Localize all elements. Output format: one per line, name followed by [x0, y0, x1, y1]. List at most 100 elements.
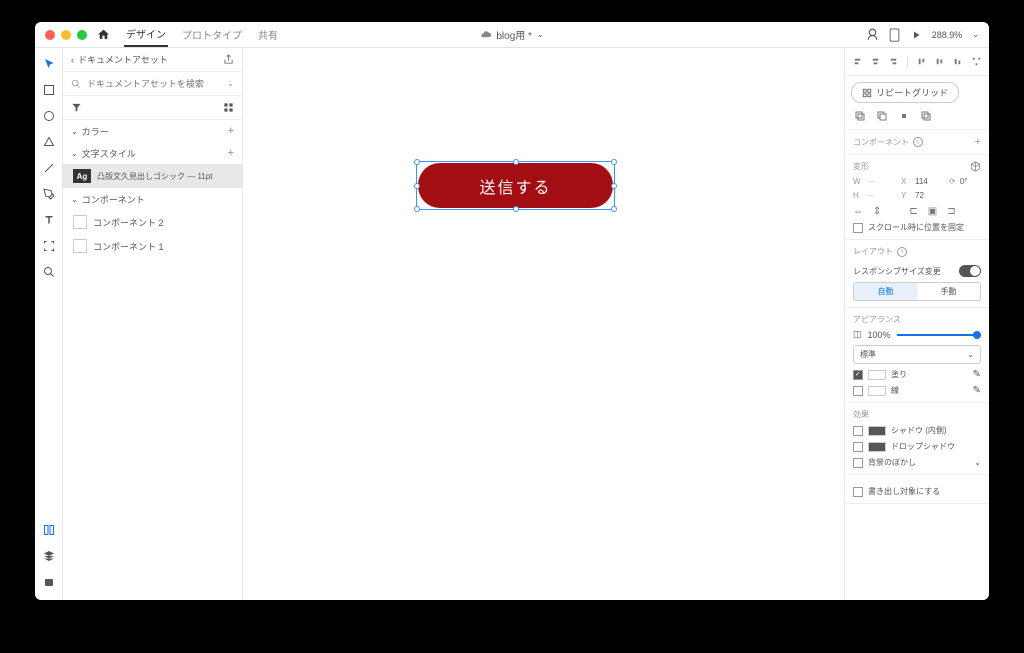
- flip-v-icon[interactable]: ⇕: [873, 206, 881, 217]
- align-top-icon[interactable]: [915, 55, 928, 68]
- height-input[interactable]: —: [867, 191, 897, 200]
- assets-search-input[interactable]: [87, 79, 221, 89]
- select-tool[interactable]: [41, 56, 57, 72]
- section-color[interactable]: ⌄ カラー +: [63, 120, 242, 142]
- resize-handle[interactable]: [414, 159, 420, 165]
- assets-panel-toggle[interactable]: [41, 522, 57, 538]
- rotation-input[interactable]: 0°: [960, 177, 968, 186]
- add-char-style-icon[interactable]: +: [228, 147, 234, 159]
- distribute-icon[interactable]: [970, 55, 983, 68]
- close-window[interactable]: [45, 30, 55, 40]
- submit-button-shape[interactable]: 送信する: [418, 163, 613, 208]
- desktop-preview-icon[interactable]: [866, 28, 879, 41]
- tab-design[interactable]: デザイン: [124, 22, 168, 47]
- dock-left-icon[interactable]: ⊏: [909, 206, 917, 217]
- add-component-icon[interactable]: +: [975, 136, 981, 148]
- appearance-label: アピアランス: [853, 314, 901, 325]
- inner-shadow-checkbox[interactable]: [853, 426, 863, 436]
- dock-center-icon[interactable]: ▣: [928, 206, 937, 217]
- polygon-tool[interactable]: [41, 134, 57, 150]
- resize-handle[interactable]: [611, 206, 617, 212]
- canvas[interactable]: 送信する: [243, 48, 844, 600]
- repeat-grid-button[interactable]: リピートグリッド: [851, 82, 959, 103]
- width-input[interactable]: —: [867, 177, 897, 186]
- dock-right-icon[interactable]: ⊐: [947, 206, 955, 217]
- mobile-preview-icon[interactable]: [889, 28, 900, 42]
- artboard-tool[interactable]: [41, 238, 57, 254]
- pen-tool[interactable]: [41, 186, 57, 202]
- search-dropdown-icon[interactable]: ⌄: [227, 79, 234, 88]
- x-input[interactable]: 114: [915, 177, 945, 186]
- home-icon[interactable]: [97, 28, 110, 41]
- traffic-lights: [45, 30, 87, 40]
- back-icon[interactable]: ‹: [71, 55, 74, 65]
- seg-manual[interactable]: 手動: [917, 283, 980, 300]
- blur-checkbox[interactable]: [853, 458, 863, 468]
- export-checkbox[interactable]: [853, 487, 863, 497]
- flip-h-icon[interactable]: ⇔: [853, 206, 863, 217]
- document-title[interactable]: blog用 * ⌄: [480, 27, 543, 42]
- resize-handle[interactable]: [611, 159, 617, 165]
- section-char-style[interactable]: ⌄ 文字スタイル +: [63, 142, 242, 164]
- info-icon[interactable]: i: [913, 137, 923, 147]
- drop-shadow-swatch[interactable]: [868, 442, 886, 452]
- opacity-value[interactable]: 100%: [868, 330, 891, 340]
- info-icon[interactable]: i: [897, 247, 907, 257]
- seg-auto[interactable]: 自動: [854, 283, 917, 300]
- y-input[interactable]: 72: [915, 191, 945, 200]
- zoom-dropdown-icon[interactable]: ⌄: [972, 30, 979, 39]
- maximize-window[interactable]: [77, 30, 87, 40]
- section-component[interactable]: ⌄ コンポーネント: [63, 188, 242, 210]
- rectangle-tool[interactable]: [41, 82, 57, 98]
- opacity-slider[interactable]: [897, 334, 981, 336]
- share-assets-icon[interactable]: [223, 54, 234, 65]
- search-icon: [71, 79, 81, 89]
- stroke-color-swatch[interactable]: [868, 386, 886, 396]
- grid-view-icon[interactable]: [223, 102, 234, 113]
- eyedropper-icon[interactable]: ✎: [973, 385, 981, 396]
- align-center-h-icon[interactable]: [869, 55, 882, 68]
- align-center-v-icon[interactable]: [933, 55, 946, 68]
- export-label: 書き出し対象にする: [868, 486, 940, 497]
- assets-filter-row: [63, 96, 242, 120]
- minimize-window[interactable]: [61, 30, 71, 40]
- filter-icon[interactable]: [71, 102, 82, 113]
- tab-share[interactable]: 共有: [256, 23, 280, 46]
- boolean-subtract-icon[interactable]: [875, 109, 889, 123]
- fix-scroll-checkbox[interactable]: [853, 223, 863, 233]
- play-icon[interactable]: [910, 29, 922, 41]
- component-item[interactable]: コンポーネント 2: [63, 210, 242, 234]
- fill-label: 塗り: [891, 369, 907, 380]
- boolean-exclude-icon[interactable]: [919, 109, 933, 123]
- layers-panel-toggle[interactable]: [41, 548, 57, 564]
- zoom-level[interactable]: 288.9%: [932, 30, 963, 40]
- responsive-mode-segment: 自動 手動: [853, 282, 981, 301]
- align-bottom-icon[interactable]: [951, 55, 964, 68]
- left-toolbar: [35, 48, 63, 600]
- blend-mode-select[interactable]: 標準 ⌄: [853, 345, 981, 364]
- zoom-tool[interactable]: [41, 264, 57, 280]
- fill-checkbox[interactable]: [853, 370, 863, 380]
- fill-color-swatch[interactable]: [868, 370, 886, 380]
- boolean-intersect-icon[interactable]: [897, 109, 911, 123]
- char-style-item[interactable]: Ag 凸版文久見出しゴシック — 11pt: [63, 164, 242, 188]
- tab-prototype[interactable]: プロトタイプ: [180, 23, 244, 46]
- component-label: コンポーネント 1: [93, 240, 164, 253]
- ellipse-tool[interactable]: [41, 108, 57, 124]
- align-left-icon[interactable]: [851, 55, 864, 68]
- text-tool[interactable]: [41, 212, 57, 228]
- resize-handle[interactable]: [414, 206, 420, 212]
- plugins-panel-toggle[interactable]: [41, 574, 57, 590]
- add-color-icon[interactable]: +: [228, 125, 234, 137]
- 3d-transform-icon[interactable]: [970, 161, 981, 172]
- stroke-checkbox[interactable]: [853, 386, 863, 396]
- component-item[interactable]: コンポーネント 1: [63, 234, 242, 258]
- eyedropper-icon[interactable]: ✎: [973, 369, 981, 380]
- align-right-icon[interactable]: [887, 55, 900, 68]
- chevron-down-icon[interactable]: ⌄: [974, 458, 981, 467]
- boolean-add-icon[interactable]: [853, 109, 867, 123]
- inner-shadow-swatch[interactable]: [868, 426, 886, 436]
- line-tool[interactable]: [41, 160, 57, 176]
- responsive-toggle[interactable]: [959, 265, 981, 277]
- drop-shadow-checkbox[interactable]: [853, 442, 863, 452]
